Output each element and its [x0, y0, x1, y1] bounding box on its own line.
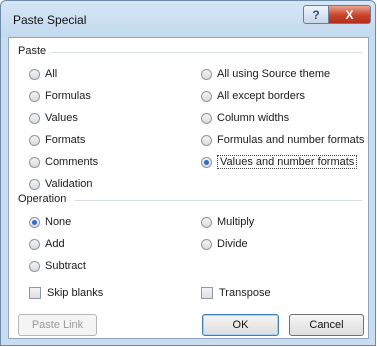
radio-button[interactable]	[29, 90, 40, 102]
option-label: All except borders	[217, 90, 306, 102]
help-button[interactable]: ?	[303, 5, 329, 24]
option-label: Add	[45, 238, 65, 250]
radio-button[interactable]	[29, 112, 40, 124]
paste-section-divider	[51, 52, 362, 53]
option-label: Column widths	[217, 112, 290, 124]
option-label: Subtract	[45, 260, 86, 272]
radio-button[interactable]	[201, 238, 212, 250]
close-button[interactable]: X	[328, 5, 371, 24]
paste-option-comments[interactable]: Comments	[29, 154, 98, 170]
radio-button[interactable]	[201, 156, 212, 168]
radio-button[interactable]	[29, 134, 40, 146]
paste-option-all[interactable]: All	[29, 66, 57, 82]
option-label: Values and number formats	[217, 155, 358, 169]
radio-button[interactable]	[29, 68, 40, 80]
paste-option-validation[interactable]: Validation	[29, 176, 93, 192]
paste-option-formulas-and-number-formats[interactable]: Formulas and number formats	[201, 132, 364, 148]
dialog-title: Paste Special	[13, 13, 87, 27]
skip-blanks-checkbox[interactable]: Skip blanks	[29, 285, 103, 301]
help-icon: ?	[312, 7, 320, 22]
radio-button[interactable]	[29, 156, 40, 168]
radio-button[interactable]	[201, 68, 212, 80]
checkbox-label: Transpose	[219, 287, 271, 299]
operation-section-divider	[75, 200, 362, 201]
paste-option-formats[interactable]: Formats	[29, 132, 85, 148]
paste-section-label: Paste	[18, 45, 47, 57]
checkbox[interactable]	[201, 287, 213, 299]
radio-button[interactable]	[201, 112, 212, 124]
radio-button[interactable]	[29, 178, 40, 190]
title-bar[interactable]: Paste Special ? X	[1, 1, 375, 37]
cancel-button[interactable]: Cancel	[289, 314, 364, 336]
radio-button[interactable]	[29, 216, 40, 228]
operation-option-add[interactable]: Add	[29, 236, 65, 252]
option-label: All using Source theme	[217, 68, 331, 80]
radio-button[interactable]	[201, 134, 212, 146]
ok-button[interactable]: OK	[202, 314, 279, 336]
option-label: Divide	[217, 238, 248, 250]
radio-button[interactable]	[201, 90, 212, 102]
operation-option-divide[interactable]: Divide	[201, 236, 248, 252]
option-label: Multiply	[217, 216, 255, 228]
operation-option-multiply[interactable]: Multiply	[201, 214, 254, 230]
paste-option-all-except-borders[interactable]: All except borders	[201, 88, 305, 104]
option-label: Formulas and number formats	[217, 134, 365, 146]
operation-option-subtract[interactable]: Subtract	[29, 258, 86, 274]
checkbox[interactable]	[29, 287, 41, 299]
paste-link-button[interactable]: Paste Link	[18, 314, 97, 336]
radio-button[interactable]	[29, 260, 40, 272]
option-label: Comments	[45, 156, 99, 168]
option-label: None	[45, 216, 72, 228]
operation-section-label: Operation	[18, 193, 67, 205]
radio-button[interactable]	[29, 238, 40, 250]
paste-option-formulas[interactable]: Formulas	[29, 88, 91, 104]
paste-option-column-widths[interactable]: Column widths	[201, 110, 289, 126]
option-label: Validation	[45, 178, 93, 190]
paste-option-all-using-source-theme[interactable]: All using Source theme	[201, 66, 330, 82]
option-label: All	[45, 68, 58, 80]
paste-option-values-and-number-formats[interactable]: Values and number formats	[201, 154, 358, 170]
option-label: Formulas	[45, 90, 91, 102]
paste-special-dialog: Paste Special ? X Paste All Formulas Val…	[0, 0, 376, 346]
checkbox-label: Skip blanks	[47, 287, 104, 299]
option-label: Formats	[45, 134, 86, 146]
operation-option-none[interactable]: None	[29, 214, 71, 230]
option-label: Values	[45, 112, 78, 124]
close-icon: X	[345, 7, 354, 22]
paste-option-values[interactable]: Values	[29, 110, 78, 126]
radio-button[interactable]	[201, 216, 212, 228]
transpose-checkbox[interactable]: Transpose	[201, 285, 271, 301]
dialog-body: Paste All Formulas Values Formats Commen…	[8, 37, 369, 339]
